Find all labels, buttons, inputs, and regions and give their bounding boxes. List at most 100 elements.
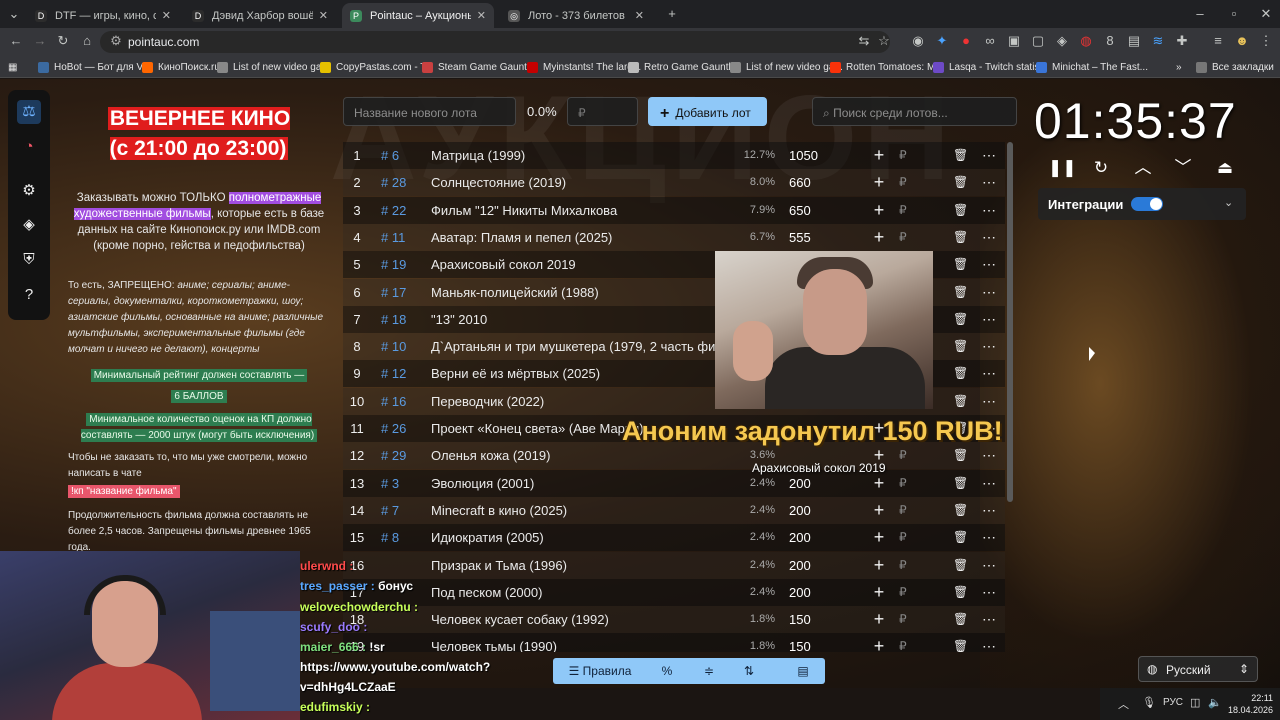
extension-icon[interactable]: ≋ (1150, 33, 1166, 49)
lot-name[interactable]: "13" 2010 (431, 306, 716, 333)
tray-arrow-icon[interactable]: ︿ (1118, 696, 1129, 712)
extension-icon[interactable]: ▣ (1006, 33, 1022, 49)
lot-name[interactable]: Солнцестояние (2019) (431, 169, 716, 196)
language-select[interactable]: ◍ Русский ⇕ (1138, 656, 1258, 682)
lot-name[interactable]: Д`Артаньян и три мушкетера (1979, 2 част… (431, 333, 716, 360)
microphone-icon[interactable]: 🎙 (1142, 696, 1156, 709)
extension-icon[interactable]: ◈ (1054, 33, 1070, 49)
add-amount-icon[interactable]: + (871, 224, 887, 251)
extension-icon[interactable]: ✦ (934, 33, 950, 49)
all-bookmarks[interactable]: Все закладки (1196, 58, 1274, 76)
more-options-icon[interactable]: ⋯ (981, 279, 997, 306)
extension-icon[interactable]: ∞ (982, 33, 998, 49)
add-amount-icon[interactable]: + (871, 142, 887, 169)
close-window-icon[interactable]: ✕ (1258, 6, 1274, 22)
bookmark-item[interactable]: Rotten Tomatoes: M... (830, 58, 944, 76)
more-options-icon[interactable]: ⋯ (981, 224, 997, 251)
maximize-icon[interactable]: ▫ (1226, 6, 1242, 22)
bookmark-item[interactable]: Minichat – The Fast... (1036, 58, 1148, 76)
reload-icon[interactable]: ↻ (55, 33, 71, 49)
lot-name[interactable]: Minecraft в кино (2025) (431, 497, 716, 524)
extension-icon[interactable]: ▢ (1030, 33, 1046, 49)
add-amount-icon[interactable]: + (871, 524, 887, 551)
auction-gavel-icon[interactable]: ⚖ (17, 100, 41, 124)
lot-amount[interactable]: 150 (789, 633, 849, 652)
back-icon[interactable]: ← (8, 33, 24, 49)
lot-id[interactable]: # 28 (381, 169, 421, 196)
delete-trash-icon[interactable]: 🗑 (953, 606, 967, 633)
lot-amount[interactable]: 660 (789, 169, 849, 196)
more-options-icon[interactable]: ⋯ (981, 169, 997, 196)
browser-tab[interactable]: D DTF — игры, кино, сериалы, р ✕ (27, 3, 179, 28)
delete-trash-icon[interactable]: 🗑 (953, 360, 967, 387)
bookmark-item[interactable]: CopyPastas.com - T... (320, 58, 434, 76)
address-bar[interactable]: pointauc.com (100, 31, 890, 53)
lot-name[interactable]: Под песком (2000) (431, 579, 716, 606)
browser-tab[interactable]: D Дэвид Харбор вошёл в актёрс ✕ (184, 3, 336, 28)
minimize-icon[interactable]: – (1192, 6, 1208, 22)
lot-id[interactable]: # 29 (381, 442, 421, 469)
add-amount-icon[interactable]: + (871, 606, 887, 633)
system-clock[interactable]: 22:11 18.04.2026 (1228, 692, 1273, 716)
bookmark-item[interactable]: КиноПоиск.ru (142, 58, 220, 76)
lot-name[interactable]: Призрак и Тьма (1996) (431, 552, 716, 579)
lot-id[interactable]: # 8 (381, 524, 421, 551)
lot-amount[interactable]: 200 (789, 552, 849, 579)
integrations-toggle[interactable] (1131, 197, 1163, 211)
lot-id[interactable]: # 11 (381, 224, 421, 251)
translate-icon[interactable]: ⇆ (856, 33, 872, 49)
wheel-icon[interactable]: ◔ (17, 135, 41, 159)
add-amount-icon[interactable]: + (871, 497, 887, 524)
add-lot-button[interactable]: + Добавить лот (648, 97, 767, 126)
browser-tab[interactable]: ◎ Лото - 373 билетов ✕ (500, 3, 652, 28)
delete-trash-icon[interactable]: 🗑 (953, 470, 967, 497)
delete-trash-icon[interactable]: 🗑 (953, 524, 967, 551)
bookmark-item[interactable]: Steam Game Gauntlet (422, 58, 538, 76)
add-amount-icon[interactable]: + (871, 633, 887, 652)
lot-id[interactable]: # 19 (381, 251, 421, 278)
network-icon[interactable]: ◫ (1190, 696, 1200, 709)
delete-trash-icon[interactable]: 🗑 (953, 306, 967, 333)
delete-trash-icon[interactable]: 🗑 (953, 169, 967, 196)
more-options-icon[interactable]: ⋯ (981, 360, 997, 387)
percent-toggle-icon[interactable]: % (652, 658, 682, 684)
new-lot-amount-input[interactable]: ₽ (567, 97, 638, 126)
delete-trash-icon[interactable]: 🗑 (953, 497, 967, 524)
delete-trash-icon[interactable]: 🗑 (953, 579, 967, 606)
extension-icon[interactable]: ▤ (1126, 33, 1142, 49)
lot-name[interactable]: Переводчик (2022) (431, 388, 716, 415)
rules-button[interactable]: ☰ Правила (560, 658, 640, 684)
more-options-icon[interactable]: ⋯ (981, 306, 997, 333)
lot-name[interactable]: Матрица (1999) (431, 142, 716, 169)
clear-icon[interactable]: ▤ (788, 658, 818, 684)
more-options-icon[interactable]: ⋯ (981, 552, 997, 579)
lot-name[interactable]: Маньяк-полицейский (1988) (431, 279, 716, 306)
home-icon[interactable]: ⌂ (79, 33, 95, 49)
chevron-down-icon[interactable]: ⌄ (1224, 196, 1233, 209)
lot-id[interactable]: # 22 (381, 197, 421, 224)
add-amount-icon[interactable]: + (871, 169, 887, 196)
site-info-icon[interactable]: ⚙ (108, 33, 124, 49)
profile-avatar[interactable]: ☻ (1234, 33, 1250, 49)
tab-search-icon[interactable]: ⌄ (6, 6, 22, 22)
delete-trash-icon[interactable]: 🗑 (953, 633, 967, 652)
extension-icon[interactable]: 8 (1102, 33, 1118, 49)
tab-close-icon[interactable]: ✕ (162, 9, 171, 22)
add-amount-icon[interactable]: + (871, 197, 887, 224)
lot-amount[interactable]: 1050 (789, 142, 849, 169)
lot-amount[interactable]: 200 (789, 524, 849, 551)
apps-icon[interactable]: ▦ (8, 58, 17, 76)
layers-icon[interactable]: ◈ (17, 213, 41, 237)
lot-name[interactable]: Арахисовый сокол 2019 (431, 251, 716, 278)
lot-id[interactable]: # 10 (381, 333, 421, 360)
delete-trash-icon[interactable]: 🗑 (953, 552, 967, 579)
more-options-icon[interactable]: ⋯ (981, 470, 997, 497)
help-icon[interactable]: ? (17, 283, 41, 307)
volume-icon[interactable]: 🔈 (1208, 696, 1222, 709)
keyboard-language[interactable]: РУС (1163, 697, 1183, 708)
more-options-icon[interactable]: ⋯ (981, 606, 997, 633)
delete-trash-icon[interactable]: 🗑 (953, 333, 967, 360)
shield-check-icon[interactable]: ⛨ (17, 248, 41, 272)
more-options-icon[interactable]: ⋯ (981, 579, 997, 606)
delete-trash-icon[interactable]: 🗑 (953, 142, 967, 169)
